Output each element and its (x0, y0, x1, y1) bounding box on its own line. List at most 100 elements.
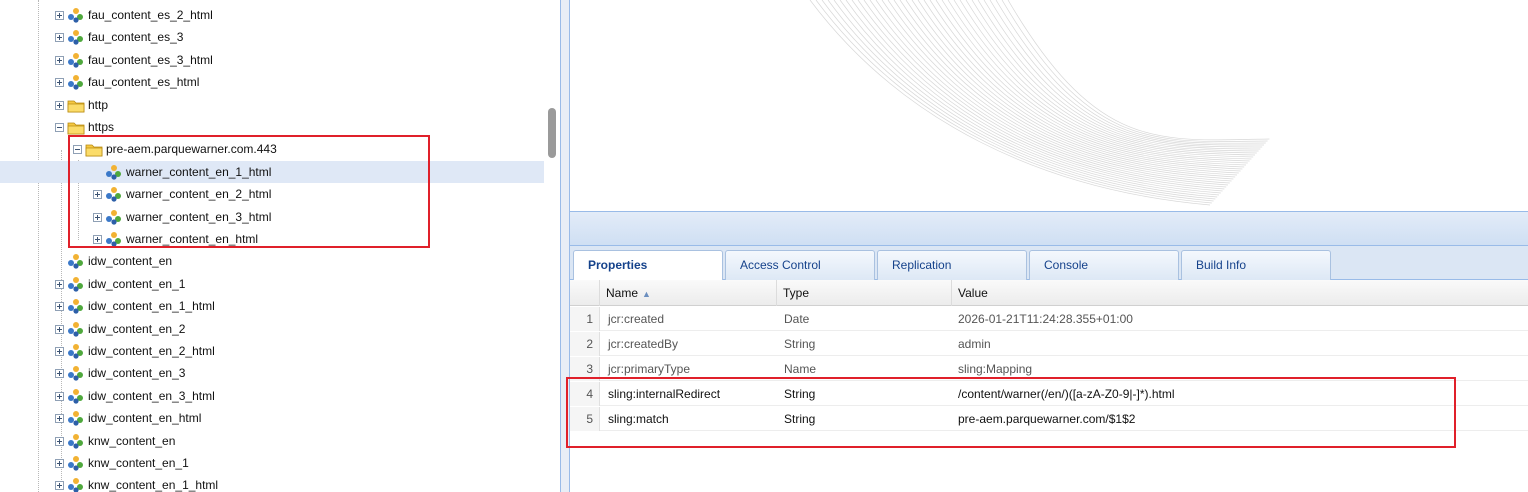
background-wave-decoration (809, 0, 1270, 206)
column-header-name[interactable]: Name ▲ (600, 280, 777, 306)
expand-icon[interactable] (55, 77, 64, 87)
tab-replication[interactable]: Replication (877, 250, 1027, 280)
tree-node-label: idw_content_en_2_html (88, 344, 215, 358)
collapse-icon[interactable] (55, 122, 64, 132)
tree-node-label: idw_content_en (88, 254, 173, 268)
property-row[interactable]: 2 jcr:createdBy String admin (570, 332, 1528, 356)
expand-icon[interactable] (55, 458, 64, 468)
row-number-header (570, 280, 600, 306)
tree-node[interactable]: idw_content_en_1_html (55, 295, 215, 317)
property-name-cell: jcr:createdBy (608, 337, 679, 351)
folder-icon (67, 100, 85, 113)
tree-node[interactable]: https (55, 116, 114, 138)
tab-build-info[interactable]: Build Info (1181, 250, 1331, 280)
column-header-type[interactable]: Type (777, 280, 952, 306)
tree-node[interactable]: warner_content_en_2_html (93, 183, 271, 205)
expand-icon[interactable] (55, 436, 64, 446)
expand-icon[interactable] (55, 100, 64, 110)
column-header-name-label: Name (606, 286, 639, 300)
tree-node-label: fau_content_es_3 (88, 30, 184, 44)
tree-node[interactable]: idw_content_en_1 (55, 273, 185, 295)
expand-icon[interactable] (55, 10, 64, 20)
expand-icon[interactable] (55, 55, 64, 65)
tree-scrollbar[interactable] (545, 0, 559, 492)
property-type-cell: String (784, 387, 816, 401)
tree-node[interactable]: pre-aem.parquewarner.com.443 (73, 138, 277, 160)
expand-icon[interactable] (55, 391, 64, 401)
expand-icon[interactable] (93, 189, 102, 199)
tree-node[interactable]: idw_content_en_html (55, 407, 201, 429)
tree-node-label: http (88, 98, 109, 112)
tree-node[interactable]: idw_content_en (55, 250, 172, 272)
property-row[interactable]: 4 sling:internalRedirect String/content/wa… (570, 382, 1528, 406)
property-value-cell: 2026-01-21T11:24:28.355+01:00 (958, 312, 1133, 326)
tree-node[interactable]: fau_content_es_2_html (55, 4, 213, 26)
mapping-node-icon (68, 8, 83, 23)
property-value-cell: admin (958, 337, 991, 351)
tree-node-label: fau_content_es_2_html (88, 8, 213, 22)
tab-strip: Properties Access Control Replication Co… (570, 246, 1528, 281)
tree-node-label: knw_content_en_1_html (88, 478, 219, 492)
mapping-node-icon (106, 165, 121, 180)
row-number: 1 (570, 307, 600, 331)
expand-icon[interactable] (55, 32, 64, 42)
expand-icon[interactable] (55, 480, 64, 490)
tree-node-label: knw_content_en_1 (88, 456, 189, 470)
properties-grid: Name ▲ Type Value 1 jcr:created Date 2026-01… (570, 280, 1528, 492)
mapping-node-icon (68, 456, 83, 471)
tree-node[interactable]: idw_content_en_3_html (55, 385, 215, 407)
expand-icon[interactable] (55, 413, 64, 423)
tree-node-label: https (88, 120, 115, 134)
tree-node-label: warner_content_en_2_html (126, 187, 272, 201)
expand-icon[interactable] (93, 212, 102, 222)
sort-ascending-icon: ▲ (642, 289, 651, 299)
tab-properties[interactable]: Properties (573, 250, 723, 281)
tree-guide-line (38, 0, 39, 492)
tree-node[interactable]: idw_content_en_2 (55, 318, 185, 340)
tree-node-label: idw_content_en_3_html (88, 389, 215, 403)
property-row[interactable]: 5 sling:match String pre-aem.parquewarner.c… (570, 407, 1528, 431)
folder-icon (85, 144, 103, 157)
mapping-node-icon (106, 187, 121, 202)
column-header-value[interactable]: Value (952, 280, 1528, 306)
tree-node[interactable]: knw_content_en_1_html (55, 474, 218, 492)
mapping-node-icon (106, 210, 121, 225)
tree-node[interactable]: fau_content_es_3_html (55, 49, 213, 71)
mapping-node-icon (68, 254, 83, 269)
panel-splitter[interactable] (560, 0, 570, 492)
row-number: 3 (570, 357, 600, 381)
expand-icon[interactable] (55, 279, 64, 289)
tree-node[interactable]: warner_content_en_3_html (93, 206, 271, 228)
tree-node[interactable]: fau_content_es_html (55, 71, 199, 93)
expand-icon[interactable] (55, 346, 64, 356)
mapping-node-icon (68, 389, 83, 404)
tree-node[interactable]: warner_content_en_html (93, 228, 258, 250)
leaf-spacer (55, 257, 64, 266)
mapping-node-icon (68, 75, 83, 90)
tree-node-label: idw_content_en_2 (88, 322, 186, 336)
tree-node[interactable]: idw_content_en_2_html (55, 340, 215, 362)
property-value-cell: sling:Mapping (958, 362, 1033, 376)
mapping-node-icon (106, 232, 121, 247)
folder-icon (67, 122, 85, 135)
tree-node[interactable]: warner_content_en_1_html (0, 161, 544, 183)
tree-node[interactable]: knw_content_en_1 (55, 452, 189, 474)
tree-scroll-thumb[interactable] (548, 108, 556, 158)
expand-icon[interactable] (55, 301, 64, 311)
collapse-icon[interactable] (73, 144, 82, 154)
property-name-cell: sling:internalRedirect (608, 387, 721, 401)
tree-node[interactable]: idw_content_en_3 (55, 362, 185, 384)
tree-node[interactable]: http (55, 94, 108, 116)
tree-node[interactable]: fau_content_es_3 (55, 26, 183, 48)
property-row[interactable]: 1 jcr:created Date 2026-01-21T11:24:28.355+… (570, 307, 1528, 331)
row-number: 5 (570, 407, 600, 431)
expand-icon[interactable] (55, 368, 64, 378)
tab-console[interactable]: Console (1029, 250, 1179, 280)
leaf-spacer (93, 168, 102, 177)
expand-icon[interactable] (93, 234, 102, 244)
property-row[interactable]: 3 jcr:primaryType Name sling:Mapping (570, 357, 1528, 381)
tree-node[interactable]: knw_content_en (55, 430, 175, 452)
tab-access-control[interactable]: Access Control (725, 250, 875, 280)
expand-icon[interactable] (55, 324, 64, 334)
property-type-cell: String (784, 337, 816, 351)
